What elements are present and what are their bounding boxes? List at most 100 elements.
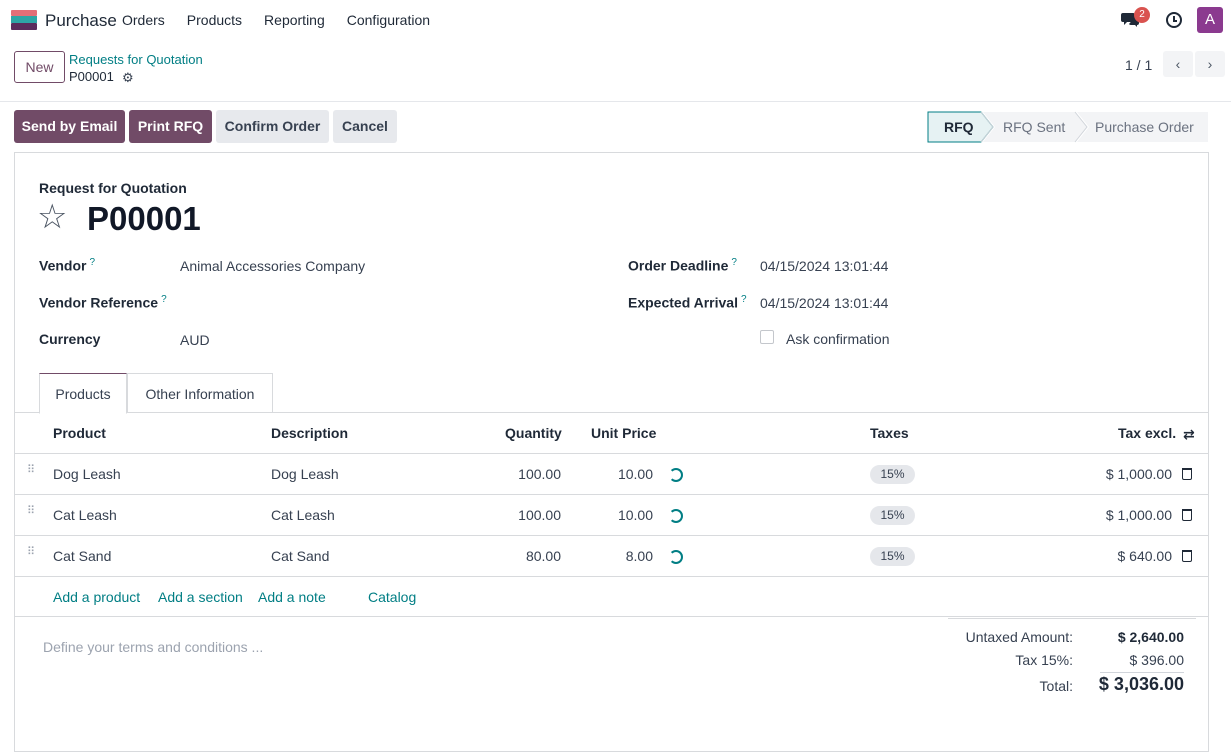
- trash-icon[interactable]: [1182, 550, 1192, 562]
- menu-products[interactable]: Products: [187, 12, 242, 28]
- line-quantity[interactable]: 100.00: [495, 454, 561, 495]
- vendor-label: Vendor?: [39, 257, 96, 274]
- line-subtotal: $ 1,000.00: [1105, 507, 1172, 523]
- line-unit-price[interactable]: 10.00: [591, 495, 653, 536]
- col-description-header[interactable]: Description: [271, 413, 348, 454]
- drag-handle-icon[interactable]: ⠿: [27, 547, 37, 563]
- col-quantity-header[interactable]: Quantity: [505, 413, 562, 454]
- ask-confirmation-checkbox[interactable]: [760, 330, 774, 344]
- add-note-link[interactable]: Add a note: [258, 589, 326, 605]
- price-history-icon[interactable]: [669, 550, 683, 564]
- line-description[interactable]: Cat Sand: [271, 536, 329, 577]
- total-value: $ 3,036.00: [1098, 674, 1184, 694]
- tax-tag[interactable]: 15%: [870, 465, 915, 484]
- vendor-field[interactable]: Animal Accessories Company: [180, 258, 365, 274]
- currency-label: Currency: [39, 331, 101, 347]
- expected-arrival-field[interactable]: 04/15/2024 13:01:44: [760, 295, 888, 311]
- menu-configuration[interactable]: Configuration: [347, 12, 430, 28]
- action-bar: Send by Email Print RFQ Confirm Order Ca…: [0, 102, 1231, 152]
- pager-value[interactable]: 1 / 1: [1125, 57, 1152, 73]
- tax-value: $ 396.00: [1129, 652, 1185, 668]
- print-rfq-button[interactable]: Print RFQ: [129, 110, 212, 143]
- main-menu: Orders Products Reporting Configuration: [122, 12, 452, 28]
- line-unit-price[interactable]: 8.00: [591, 536, 653, 577]
- top-navbar: Purchase Orders Products Reporting Confi…: [0, 0, 1231, 40]
- notebook-tabs: Products Other Information: [15, 373, 1208, 414]
- col-unit-price-header[interactable]: Unit Price: [591, 413, 656, 454]
- tax-label: Tax 15%:: [1015, 652, 1073, 668]
- drag-handle-icon[interactable]: ⠿: [27, 506, 37, 522]
- catalog-link[interactable]: Catalog: [368, 589, 416, 605]
- optional-columns-icon[interactable]: ⇄: [1183, 427, 1195, 441]
- pager-next-button[interactable]: ›: [1195, 51, 1225, 77]
- breadcrumb-current: P00001: [69, 69, 114, 84]
- vendor-reference-field[interactable]: [180, 294, 600, 312]
- gear-icon[interactable]: ⚙: [122, 70, 134, 86]
- help-mark: ?: [740, 294, 747, 305]
- help-mark: ?: [89, 257, 96, 268]
- breadcrumb-parent-link[interactable]: Requests for Quotation: [69, 52, 203, 67]
- table-header-row: Product Description Quantity Unit Price …: [15, 413, 1208, 454]
- price-history-icon[interactable]: [669, 509, 683, 523]
- untaxed-amount-value: $ 2,640.00: [1117, 629, 1184, 645]
- totals-divider: [1100, 672, 1184, 673]
- rfq-name: P00001: [87, 200, 201, 237]
- terms-conditions-field[interactable]: Define your terms and conditions ...: [43, 639, 263, 655]
- tab-products[interactable]: Products: [39, 373, 127, 414]
- line-product[interactable]: Cat Sand: [53, 536, 111, 577]
- status-purchase-order[interactable]: Purchase Order: [1095, 119, 1194, 135]
- line-quantity[interactable]: 80.00: [495, 536, 561, 577]
- activity-clock-icon[interactable]: [1166, 12, 1182, 28]
- add-product-link[interactable]: Add a product: [53, 589, 140, 605]
- col-tax-excl-header[interactable]: Tax excl.: [1118, 413, 1176, 454]
- col-taxes-header[interactable]: Taxes: [870, 413, 909, 454]
- vendor-reference-label: Vendor Reference?: [39, 294, 167, 311]
- table-row[interactable]: ⠿ Cat Sand Cat Sand 80.00 8.00 15% $ 640…: [15, 536, 1208, 577]
- trash-icon[interactable]: [1182, 509, 1192, 521]
- expected-arrival-label: Expected Arrival?: [628, 294, 747, 311]
- line-description[interactable]: Cat Leash: [271, 495, 335, 536]
- purchase-app-icon[interactable]: [11, 10, 37, 30]
- pager-previous-button[interactable]: ‹: [1163, 51, 1193, 77]
- table-row[interactable]: ⠿ Cat Leash Cat Leash 100.00 10.00 15% $…: [15, 495, 1208, 536]
- tax-tag[interactable]: 15%: [870, 506, 915, 525]
- drag-handle-icon[interactable]: ⠿: [27, 465, 37, 481]
- currency-field[interactable]: AUD: [180, 332, 210, 348]
- help-mark: ?: [161, 294, 167, 305]
- ask-confirmation-label: Ask confirmation: [786, 331, 890, 347]
- send-by-email-button[interactable]: Send by Email: [14, 110, 125, 143]
- order-deadline-field[interactable]: 04/15/2024 13:01:44: [760, 258, 888, 274]
- col-product-header[interactable]: Product: [53, 413, 106, 454]
- chat-count-badge: 2: [1134, 7, 1150, 23]
- app-name[interactable]: Purchase: [45, 11, 117, 31]
- price-history-icon[interactable]: [669, 468, 683, 482]
- status-rfq[interactable]: RFQ: [944, 119, 974, 135]
- line-unit-price[interactable]: 10.00: [591, 454, 653, 495]
- untaxed-amount-label: Untaxed Amount:: [965, 629, 1073, 645]
- cancel-button[interactable]: Cancel: [333, 110, 397, 143]
- trash-icon[interactable]: [1182, 468, 1192, 480]
- tab-other-information[interactable]: Other Information: [127, 373, 273, 413]
- confirm-order-button[interactable]: Confirm Order: [216, 110, 329, 143]
- tax-tag[interactable]: 15%: [870, 547, 915, 566]
- user-avatar[interactable]: A: [1197, 7, 1223, 33]
- total-label: Total:: [1039, 678, 1073, 694]
- new-button[interactable]: New: [14, 51, 65, 83]
- menu-reporting[interactable]: Reporting: [264, 12, 325, 28]
- table-row[interactable]: ⠿ Dog Leash Dog Leash 100.00 10.00 15% $…: [15, 454, 1208, 495]
- line-product[interactable]: Cat Leash: [53, 495, 117, 536]
- star-icon[interactable]: ☆: [37, 199, 67, 235]
- order-deadline-label: Order Deadline?: [628, 257, 737, 274]
- add-line-row: Add a product Add a section Add a note C…: [15, 577, 1208, 617]
- totals-panel: Untaxed Amount: $ 2,640.00 Tax 15%: $ 39…: [948, 618, 1196, 694]
- add-section-link[interactable]: Add a section: [158, 589, 243, 605]
- form-sheet: Request for Quotation ☆ P00001 Vendor? A…: [14, 152, 1209, 752]
- form-title-label: Request for Quotation: [39, 180, 187, 196]
- help-mark: ?: [731, 257, 737, 268]
- line-description[interactable]: Dog Leash: [271, 454, 339, 495]
- line-subtotal: $ 1,000.00: [1105, 466, 1172, 482]
- status-rfq-sent[interactable]: RFQ Sent: [1003, 119, 1065, 135]
- line-product[interactable]: Dog Leash: [53, 454, 121, 495]
- line-quantity[interactable]: 100.00: [495, 495, 561, 536]
- menu-orders[interactable]: Orders: [122, 12, 165, 28]
